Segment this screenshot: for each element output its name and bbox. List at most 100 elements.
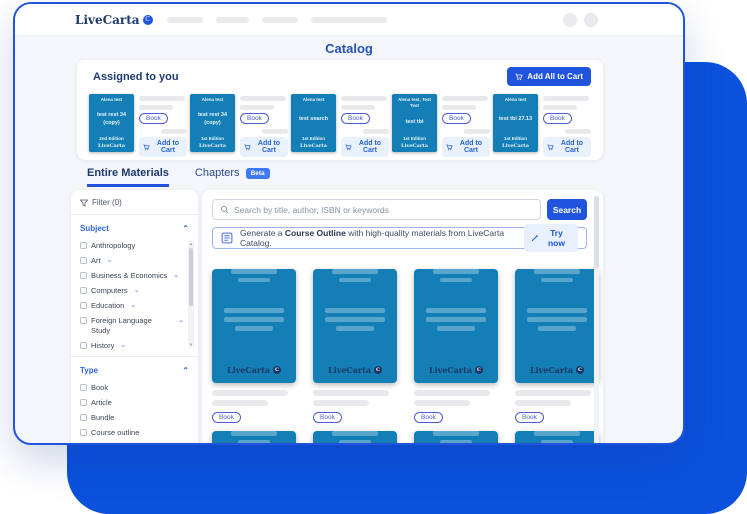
course-outline-doc-icon (221, 232, 233, 244)
nav-item-placeholder[interactable] (262, 17, 298, 23)
subject-checkbox-education[interactable]: Education ⌄ (80, 299, 184, 314)
assigned-item: Alena test test rest 34 (copy) 1st Editi… (190, 94, 291, 157)
add-to-cart-button[interactable]: Add to Cart (543, 137, 591, 157)
cover-line (238, 440, 270, 444)
app-window: LiveCarta C Catalog Assigned to you (13, 2, 685, 445)
checkbox[interactable] (80, 317, 87, 324)
cover-line (336, 326, 374, 331)
chevron-down-icon[interactable]: ⌄ (130, 301, 136, 310)
catalog-scrollbar[interactable] (594, 196, 599, 445)
price-placeholder (363, 129, 389, 134)
book-cover[interactable] (414, 431, 498, 445)
livecarta-logo-icon: C (576, 366, 584, 374)
nav-item-placeholder[interactable] (311, 17, 387, 23)
type-checkbox-essay[interactable]: Essay (80, 441, 198, 446)
type-filter-list: Book Article Bundle Course outline Essay (71, 380, 198, 445)
tab-chapters[interactable]: Chapters Beta (195, 167, 270, 179)
book-cover[interactable] (313, 431, 397, 445)
chevron-down-icon[interactable]: ⌄ (178, 316, 184, 325)
nav-item-placeholder[interactable] (167, 17, 203, 23)
subject-checkbox-computers[interactable]: Computers ⌄ (80, 283, 184, 298)
checkbox[interactable] (80, 257, 87, 264)
checkbox[interactable] (80, 384, 87, 391)
title-placeholder (313, 390, 389, 396)
header-action-circle[interactable] (563, 13, 577, 27)
checkbox[interactable] (80, 342, 87, 349)
livecarta-logo-icon: C (374, 366, 382, 374)
checkbox[interactable] (80, 287, 87, 294)
subject-checkbox-history[interactable]: History ⌄ (80, 339, 184, 350)
add-all-to-cart-button[interactable]: Add All to Cart (507, 67, 591, 86)
subject-checkbox-foreign-language-study[interactable]: Foreign Language Study ⌄ (80, 314, 184, 339)
type-checkbox-bundle[interactable]: Bundle (80, 410, 198, 425)
search-input[interactable] (234, 205, 533, 215)
cover-line (440, 440, 472, 444)
search-icon (220, 205, 229, 214)
type-checkbox-article[interactable]: Article (80, 395, 198, 410)
nav-item-placeholder[interactable] (216, 17, 249, 23)
try-now-button[interactable]: Try now (524, 224, 578, 252)
checkbox[interactable] (80, 302, 87, 309)
book-cover[interactable] (212, 431, 296, 445)
search-button[interactable]: Search (547, 199, 587, 220)
checkbox[interactable] (80, 444, 87, 445)
subject-checkbox-anthropology[interactable]: Anthropology (80, 238, 184, 253)
book-cover[interactable]: Alena test test search 1st Edition LiveC… (291, 94, 336, 152)
scrollbar-thumb[interactable] (594, 196, 599, 268)
checkbox[interactable] (80, 399, 87, 406)
catalog-card: LiveCartaC Book (313, 257, 397, 437)
subject-checkbox-business-economics[interactable]: Business & Economics ⌄ (80, 268, 184, 283)
search-field[interactable] (212, 199, 541, 220)
add-to-cart-button[interactable]: Add to Cart (139, 137, 187, 157)
type-checkbox-course-outline[interactable]: Course outline (80, 425, 198, 440)
type-section-header[interactable]: Type ⌃ (71, 356, 198, 380)
livecarta-logo-icon: C (475, 366, 483, 374)
scroll-down-icon[interactable]: ▼ (189, 342, 193, 347)
catalog-card: LiveCartaC Book (414, 257, 498, 437)
author-placeholder (341, 105, 375, 110)
book-cover[interactable]: Alena test test rest 34 (copy) 2nd Editi… (89, 94, 134, 152)
chevron-down-icon[interactable]: ⌄ (120, 341, 126, 350)
add-to-cart-button[interactable]: Add to Cart (240, 137, 288, 157)
checkbox[interactable] (80, 242, 87, 249)
scrollbar-thumb[interactable] (189, 248, 193, 306)
book-type-badge: Book (240, 113, 269, 124)
cover-line (231, 431, 277, 436)
chevron-down-icon[interactable]: ⌄ (173, 271, 179, 280)
cover-line (433, 269, 479, 274)
filter-sidebar: Filter (0) Subject ⌃ Anthropology Art ⌄ (71, 190, 198, 445)
title-placeholder (442, 96, 488, 101)
cover-line (325, 317, 385, 322)
book-cover[interactable]: Alena test test rest 34 (copy) 1st Editi… (190, 94, 235, 152)
price-placeholder (464, 129, 490, 134)
book-cover[interactable]: Alena test test tbi 27.13 1st Edition Li… (493, 94, 538, 152)
checkbox[interactable] (80, 414, 87, 421)
book-cover[interactable] (515, 431, 599, 445)
book-cover[interactable]: LiveCartaC (414, 269, 498, 383)
user-avatar[interactable] (584, 13, 598, 27)
cover-line (325, 308, 385, 313)
add-to-cart-button[interactable]: Add to Cart (341, 137, 389, 157)
book-cover[interactable]: Alena test, Test Test test tbi 1st Editi… (392, 94, 437, 152)
cover-line (534, 269, 580, 274)
cart-icon (446, 144, 453, 151)
checkbox[interactable] (80, 272, 87, 279)
type-checkbox-book[interactable]: Book (80, 380, 198, 395)
subject-checkbox-art[interactable]: Art ⌄ (80, 253, 184, 268)
book-cover[interactable]: LiveCartaC (313, 269, 397, 383)
assigned-section-title: Assigned to you (93, 71, 179, 83)
add-to-cart-button[interactable]: Add to Cart (442, 137, 490, 157)
scroll-up-icon[interactable]: ▲ (189, 241, 193, 246)
chevron-down-icon[interactable]: ⌄ (134, 286, 140, 295)
subject-list-scrollbar[interactable]: ▲ ▼ (188, 240, 194, 348)
cover-line (433, 431, 479, 436)
cart-icon (244, 144, 251, 151)
book-cover[interactable]: LiveCartaC (515, 269, 599, 383)
subject-section-header[interactable]: Subject ⌃ (71, 215, 198, 238)
tab-entire-materials[interactable]: Entire Materials (87, 167, 169, 187)
cover-line (224, 308, 284, 313)
chevron-down-icon[interactable]: ⌄ (107, 256, 113, 265)
livecarta-logo[interactable]: LiveCarta C (75, 13, 153, 27)
book-cover[interactable]: LiveCartaC (212, 269, 296, 383)
checkbox[interactable] (80, 429, 87, 436)
